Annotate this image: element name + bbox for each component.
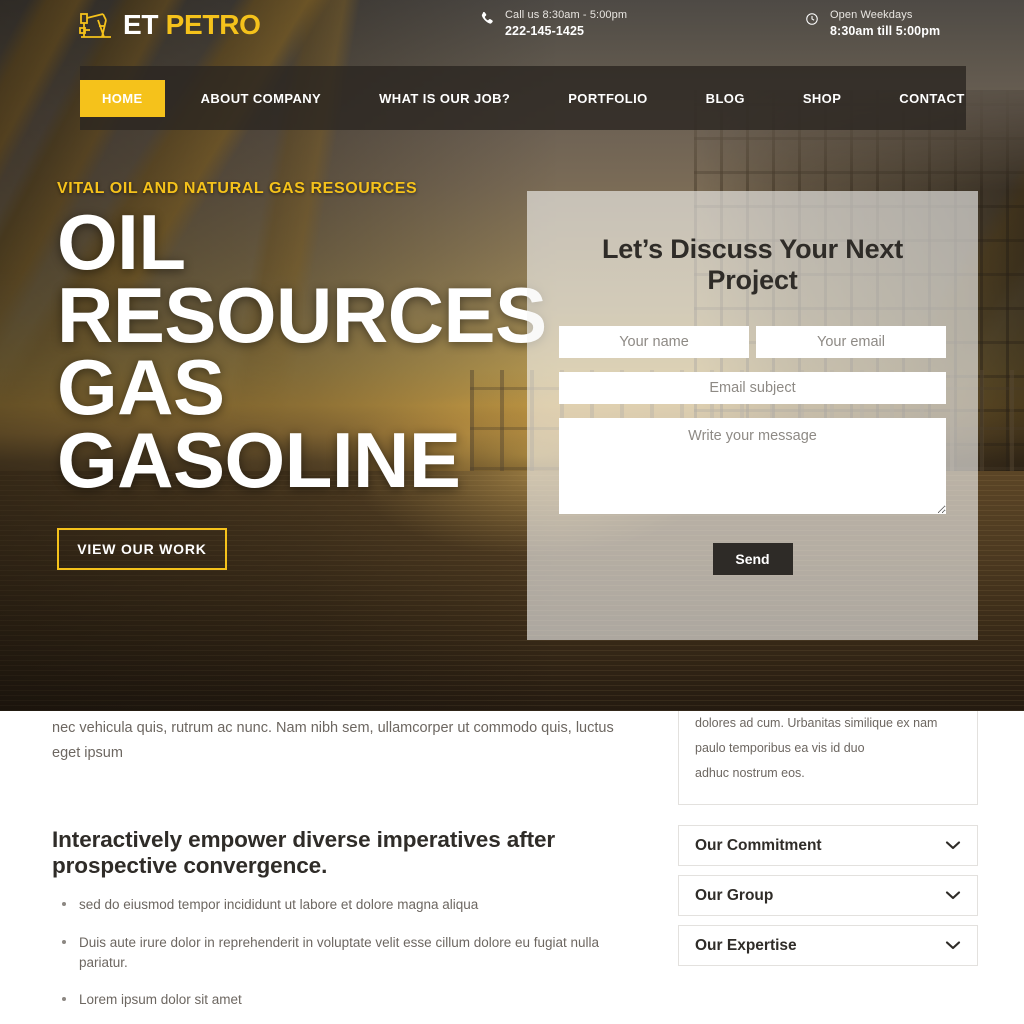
send-button-wrap: Send [559, 543, 946, 575]
hero-title-line-4: GASOLINE [57, 415, 461, 504]
nav-item-about-company[interactable]: ABOUT COMPANY [179, 80, 344, 117]
accordion-label: Our Commitment [695, 836, 822, 854]
hero-title: OIL RESOURCES GAS GASOLINE [57, 198, 547, 504]
content-section: nec vehicula quis, rutrum ac nunc. Nam n… [0, 711, 1024, 1024]
nav-item-home[interactable]: HOME [80, 79, 165, 117]
list-item: sed do eiusmod tempor incididunt ut labo… [52, 895, 622, 915]
list-item: Lorem ipsum dolor sit amet [52, 990, 622, 1010]
clock-icon [805, 9, 819, 32]
phone-number[interactable]: 222-145-1425 [505, 24, 627, 38]
hours-label: Open Weekdays [830, 9, 913, 21]
hours-value: 8:30am till 5:00pm [830, 24, 941, 38]
content-heading: Interactively empower diverse imperative… [52, 827, 556, 879]
accordion-label: Our Group [695, 886, 774, 904]
nav-list: HOME ABOUT COMPANY WHAT IS OUR JOB? PORT… [80, 66, 987, 130]
chevron-down-icon[interactable] [945, 887, 961, 905]
chevron-down-icon[interactable] [945, 837, 961, 855]
phone-icon [480, 9, 494, 32]
feature-bullet-list: sed do eiusmod tempor incididunt ut labo… [52, 895, 622, 1024]
sidebar-text-line-2: adhuc nostrum eos. [695, 766, 805, 780]
sidebar-text-box: dolores ad cum. Urbanitas similique ex n… [678, 711, 978, 805]
phone-label: Call us 8:30am - 5:00pm [505, 9, 628, 21]
nav-item-shop[interactable]: SHOP [781, 80, 863, 117]
brand-name-first: ET [123, 9, 159, 40]
contact-form-title: Let’s Discuss Your Next Project [601, 234, 903, 295]
list-item: Duis aute irure dolor in reprehenderit i… [52, 933, 622, 974]
name-input[interactable] [559, 326, 749, 358]
content-right-column: dolores ad cum. Urbanitas similique ex n… [678, 711, 978, 975]
hero-title-line-2: RESOURCES [57, 270, 547, 359]
accordion-item-our-commitment[interactable]: Our Commitment [678, 825, 978, 866]
oil-pump-jack-icon [78, 8, 114, 42]
accordion-label: Our Expertise [695, 936, 797, 954]
contact-form-row-name-email [559, 326, 946, 358]
nav-item-portfolio[interactable]: PORTFOLIO [546, 80, 669, 117]
sidebar-accordion: Our Commitment Our Group Our Expertise [678, 825, 978, 966]
view-our-work-button[interactable]: VIEW OUR WORK [57, 528, 227, 571]
accordion-item-our-expertise[interactable]: Our Expertise [678, 925, 978, 966]
content-left-column: nec vehicula quis, rutrum ac nunc. Nam n… [52, 711, 622, 1024]
hero-copy: VITAL OIL AND NATURAL GAS RESOURCES OIL … [57, 180, 547, 571]
lead-paragraph: nec vehicula quis, rutrum ac nunc. Nam n… [52, 720, 614, 761]
contact-phone-block: Call us 8:30am - 5:00pm 222-145-1425 [480, 9, 627, 38]
nav-item-blog[interactable]: BLOG [684, 80, 767, 117]
hero-title-line-3: GAS [57, 343, 225, 432]
subject-input[interactable] [559, 372, 946, 404]
contact-form-panel: Let’s Discuss Your Next Project Send [527, 191, 978, 640]
brand-name-second: PETRO [165, 9, 261, 40]
accordion-item-our-group[interactable]: Our Group [678, 875, 978, 916]
page-root: ET PETRO Call us 8:30am - 5:00pm 222-145… [0, 0, 1024, 1024]
nav-item-what-is-our-job[interactable]: WHAT IS OUR JOB? [357, 80, 532, 117]
main-navigation: HOME ABOUT COMPANY WHAT IS OUR JOB? PORT… [80, 66, 966, 130]
email-input[interactable] [756, 326, 946, 358]
sidebar-text-line-1: dolores ad cum. Urbanitas similique ex n… [695, 716, 938, 755]
message-textarea[interactable] [559, 418, 946, 514]
contact-hours-block: Open Weekdays 8:30am till 5:00pm [805, 9, 940, 38]
chevron-down-icon[interactable] [945, 937, 961, 955]
nav-item-contact[interactable]: CONTACT [877, 80, 986, 117]
hero-eyebrow: VITAL OIL AND NATURAL GAS RESOURCES [57, 180, 418, 197]
send-button[interactable]: Send [712, 543, 793, 575]
top-bar: ET PETRO Call us 8:30am - 5:00pm 222-145… [0, 0, 1024, 62]
hero-title-line-1: OIL [57, 198, 186, 286]
brand-logo[interactable]: ET PETRO [78, 8, 261, 42]
